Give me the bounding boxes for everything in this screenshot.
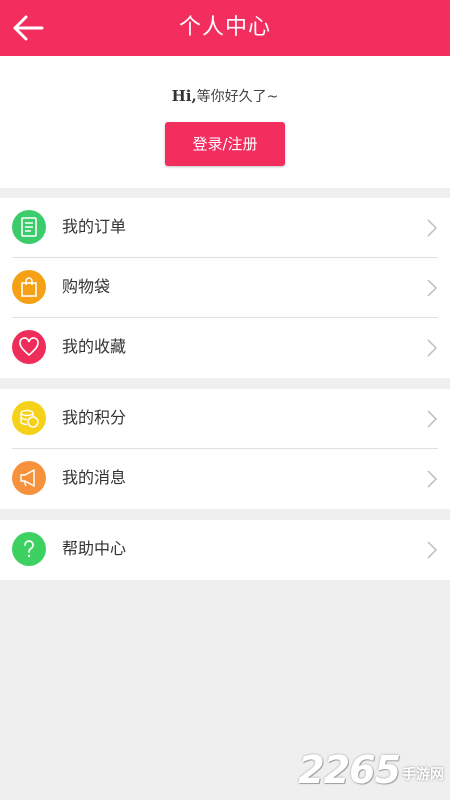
watermark-number: 2265 <box>298 748 401 792</box>
menu-group-account: 我的积分 我的消息 <box>0 389 450 509</box>
chevron-right-icon <box>427 541 438 559</box>
app-header: 个人中心 <box>0 0 450 56</box>
coins-icon <box>12 401 46 435</box>
chevron-right-icon <box>427 279 438 297</box>
shopping-bag-icon <box>12 270 46 304</box>
menu-item-shopping-bag[interactable]: 购物袋 <box>0 258 450 318</box>
menu-item-my-points[interactable]: 我的积分 <box>0 389 450 449</box>
menu-item-label: 购物袋 <box>62 277 111 296</box>
greeting: Hi,等你好久了~ <box>0 86 450 106</box>
menu-item-my-messages[interactable]: 我的消息 <box>0 449 450 509</box>
menu-item-my-orders[interactable]: 我的订单 <box>0 198 450 258</box>
profile-section: Hi,等你好久了~ 登录/注册 <box>0 56 450 188</box>
menu-item-label: 我的收藏 <box>62 337 127 356</box>
menu-group-orders: 我的订单 购物袋 我的收藏 <box>0 198 450 378</box>
page-title: 个人中心 <box>178 15 271 40</box>
menu-item-label: 我的积分 <box>62 408 127 427</box>
heart-icon <box>12 330 46 364</box>
menu-item-help-center[interactable]: 帮助中心 <box>0 520 450 580</box>
login-register-button[interactable]: 登录/注册 <box>165 122 285 166</box>
chevron-right-icon <box>427 470 438 488</box>
chevron-right-icon <box>427 339 438 357</box>
menu-group-help: 帮助中心 <box>0 520 450 580</box>
watermark-text: 手游网 <box>402 767 444 783</box>
chevron-right-icon <box>427 219 438 237</box>
greeting-text: 等你好久了~ <box>196 89 279 105</box>
greeting-hi: Hi, <box>171 87 197 105</box>
watermark-logo: 2265 手游网 <box>298 748 444 792</box>
menu-item-label: 我的消息 <box>62 468 127 487</box>
menu-item-my-favorites[interactable]: 我的收藏 <box>0 318 450 378</box>
question-icon <box>12 532 46 566</box>
order-list-icon <box>12 210 46 244</box>
chevron-right-icon <box>427 410 438 428</box>
menu-item-label: 我的订单 <box>62 217 127 236</box>
megaphone-icon <box>12 461 46 495</box>
menu-item-label: 帮助中心 <box>62 539 127 558</box>
